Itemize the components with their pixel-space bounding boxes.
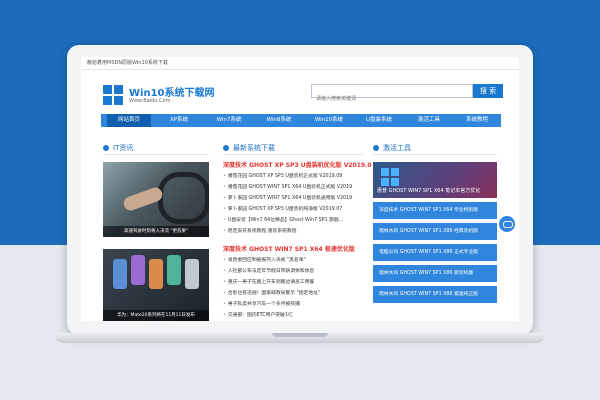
tool-tile[interactable]: 雨林木风 GHOST WIN7 SP1 X86 极速纯正版 bbox=[373, 286, 497, 303]
list-item[interactable]: 萝卜家园 GHOST WIN7 SP1 X64 U盘装机通用版 V2019 bbox=[223, 194, 363, 201]
tool-tile[interactable]: 电脑公司 GHOST WIN7 SP1 X86 正式专业版 bbox=[373, 244, 497, 261]
bullet-icon bbox=[103, 145, 109, 151]
site-url: Www.Baidu.Com bbox=[129, 98, 171, 104]
list-item[interactable]: 萝卜家园 GHOST XP SP3 U盘装机纯净版 V2019.07 bbox=[223, 205, 363, 212]
phone-shape bbox=[131, 255, 145, 285]
search-box bbox=[311, 84, 473, 104]
site-name: Win10系统下载网 bbox=[129, 88, 215, 99]
divider bbox=[103, 154, 209, 155]
featured-download-link[interactable]: 深度技术 GHOST WIN7 SP1 X64 极速优化版 bbox=[223, 244, 363, 253]
nav-item-win8[interactable]: Win8系统 bbox=[257, 114, 301, 127]
list-item[interactable]: U盘安装【Win7 64位精品】Ghost Win7 SP1 旗舰... bbox=[223, 216, 363, 223]
nav-item-activation[interactable]: 激活工具 bbox=[407, 114, 451, 127]
tool-tile[interactable]: 雨林木风 GHOST WIN7 SP1 X86 经典装机版 bbox=[373, 223, 497, 240]
featured-tool-banner[interactable]: 惠普 GHOST WIN7 SP1 X64 笔记本官方优化 bbox=[373, 162, 497, 198]
divider bbox=[373, 154, 497, 155]
tool-tile[interactable]: 深度技术 GHOST WIN7 SP1 X64 专业特别版 bbox=[373, 202, 497, 219]
featured-tool-title: 惠普 GHOST WIN7 SP1 X64 笔记本官方优化 bbox=[377, 188, 481, 194]
list-item[interactable]: 发改委回应制被报列入央视 "黑名单" bbox=[223, 256, 363, 263]
chat-float-icon[interactable] bbox=[497, 214, 517, 234]
phone-shape bbox=[149, 259, 163, 289]
list-item[interactable]: 重庆一男子在路上开车到路边请员工用餐 bbox=[223, 278, 363, 285]
top-notice-text: 献给着用MSDN原版Win10系统下载 bbox=[87, 60, 168, 66]
laptop-notch bbox=[272, 333, 328, 337]
phone-shape bbox=[167, 255, 181, 285]
nav-item-home[interactable]: 网站首页 bbox=[107, 114, 151, 127]
tool-tile[interactable]: 雨林木风 GHOST WIN7 SP1 X86 新装机版 bbox=[373, 265, 497, 282]
list-item[interactable]: 交通部：国内ETC用户突破1亿 bbox=[223, 311, 363, 318]
phone-shape bbox=[113, 259, 127, 289]
section-title-it-news: IT资讯 bbox=[103, 143, 133, 153]
steering-wheel-shape bbox=[158, 172, 209, 224]
nav-item-xp[interactable]: XP系统 bbox=[157, 114, 201, 127]
bullet-icon bbox=[373, 145, 379, 151]
nav-item-win10[interactable]: Win10系统 bbox=[307, 114, 351, 127]
list-item[interactable]: 合影也有违规！国家邮政局警示 "指定地址" bbox=[223, 289, 363, 296]
website-screen: 献给着用MSDN原版Win10系统下载 Win10系统下载网 Www.Baidu… bbox=[81, 57, 519, 321]
list-item[interactable]: 番茄花园 GHOST WIN7 SP1 X64 U盘装机正式版 V2019 bbox=[223, 183, 363, 190]
search-input[interactable] bbox=[312, 94, 470, 104]
top-notice-bar: 献给着用MSDN原版Win10系统下载 bbox=[81, 57, 519, 70]
bullet-icon bbox=[223, 145, 229, 151]
site-logo[interactable]: Win10系统下载网 Www.Baidu.Com bbox=[103, 83, 215, 109]
windows-logo-icon bbox=[381, 168, 399, 186]
news-caption: 高速驾驶时刻将入决流 "更恶果" bbox=[103, 226, 209, 237]
list-item[interactable]: 男子私卖共享汽车一个多月被抓捕 bbox=[223, 300, 363, 307]
windows-logo-icon bbox=[103, 85, 123, 105]
divider bbox=[223, 154, 363, 155]
nav-item-win7[interactable]: Win7系统 bbox=[207, 114, 251, 127]
featured-download-link[interactable]: 深度技术 GHOST XP SP3 U盘装机优化版 V2019.0 bbox=[223, 160, 372, 169]
news-caption: 华为：Mate20系列将在11月11日发布 bbox=[103, 310, 209, 321]
list-item[interactable]: 稳定安装系统教程,重装系统教程 bbox=[223, 227, 363, 234]
news-image-driving[interactable]: 高速驾驶时刻将入决流 "更恶果" bbox=[103, 162, 209, 237]
search-button[interactable]: 搜 索 bbox=[473, 84, 503, 98]
section-title-latest-downloads: 最新系统下载 bbox=[223, 143, 275, 153]
nav-item-tutorials[interactable]: 系统教程 bbox=[455, 114, 499, 127]
phone-shape bbox=[185, 259, 199, 289]
nav-item-usb[interactable]: U盘装系统 bbox=[357, 114, 401, 127]
list-item[interactable]: 番茄花园 GHOST XP SP3 U盘装机正式版 V2019.09 bbox=[223, 172, 363, 179]
news-image-phones[interactable]: 华为：Mate20系列将在11月11日发布 bbox=[103, 249, 209, 321]
main-nav: 网站首页 XP系统 Win7系统 Win8系统 Win10系统 U盘装系统 激活… bbox=[101, 114, 501, 127]
section-title-activation-tools: 激活工具 bbox=[373, 143, 411, 153]
list-item[interactable]: 人社部公布法定年节假日带薪调休和休息 bbox=[223, 267, 363, 274]
